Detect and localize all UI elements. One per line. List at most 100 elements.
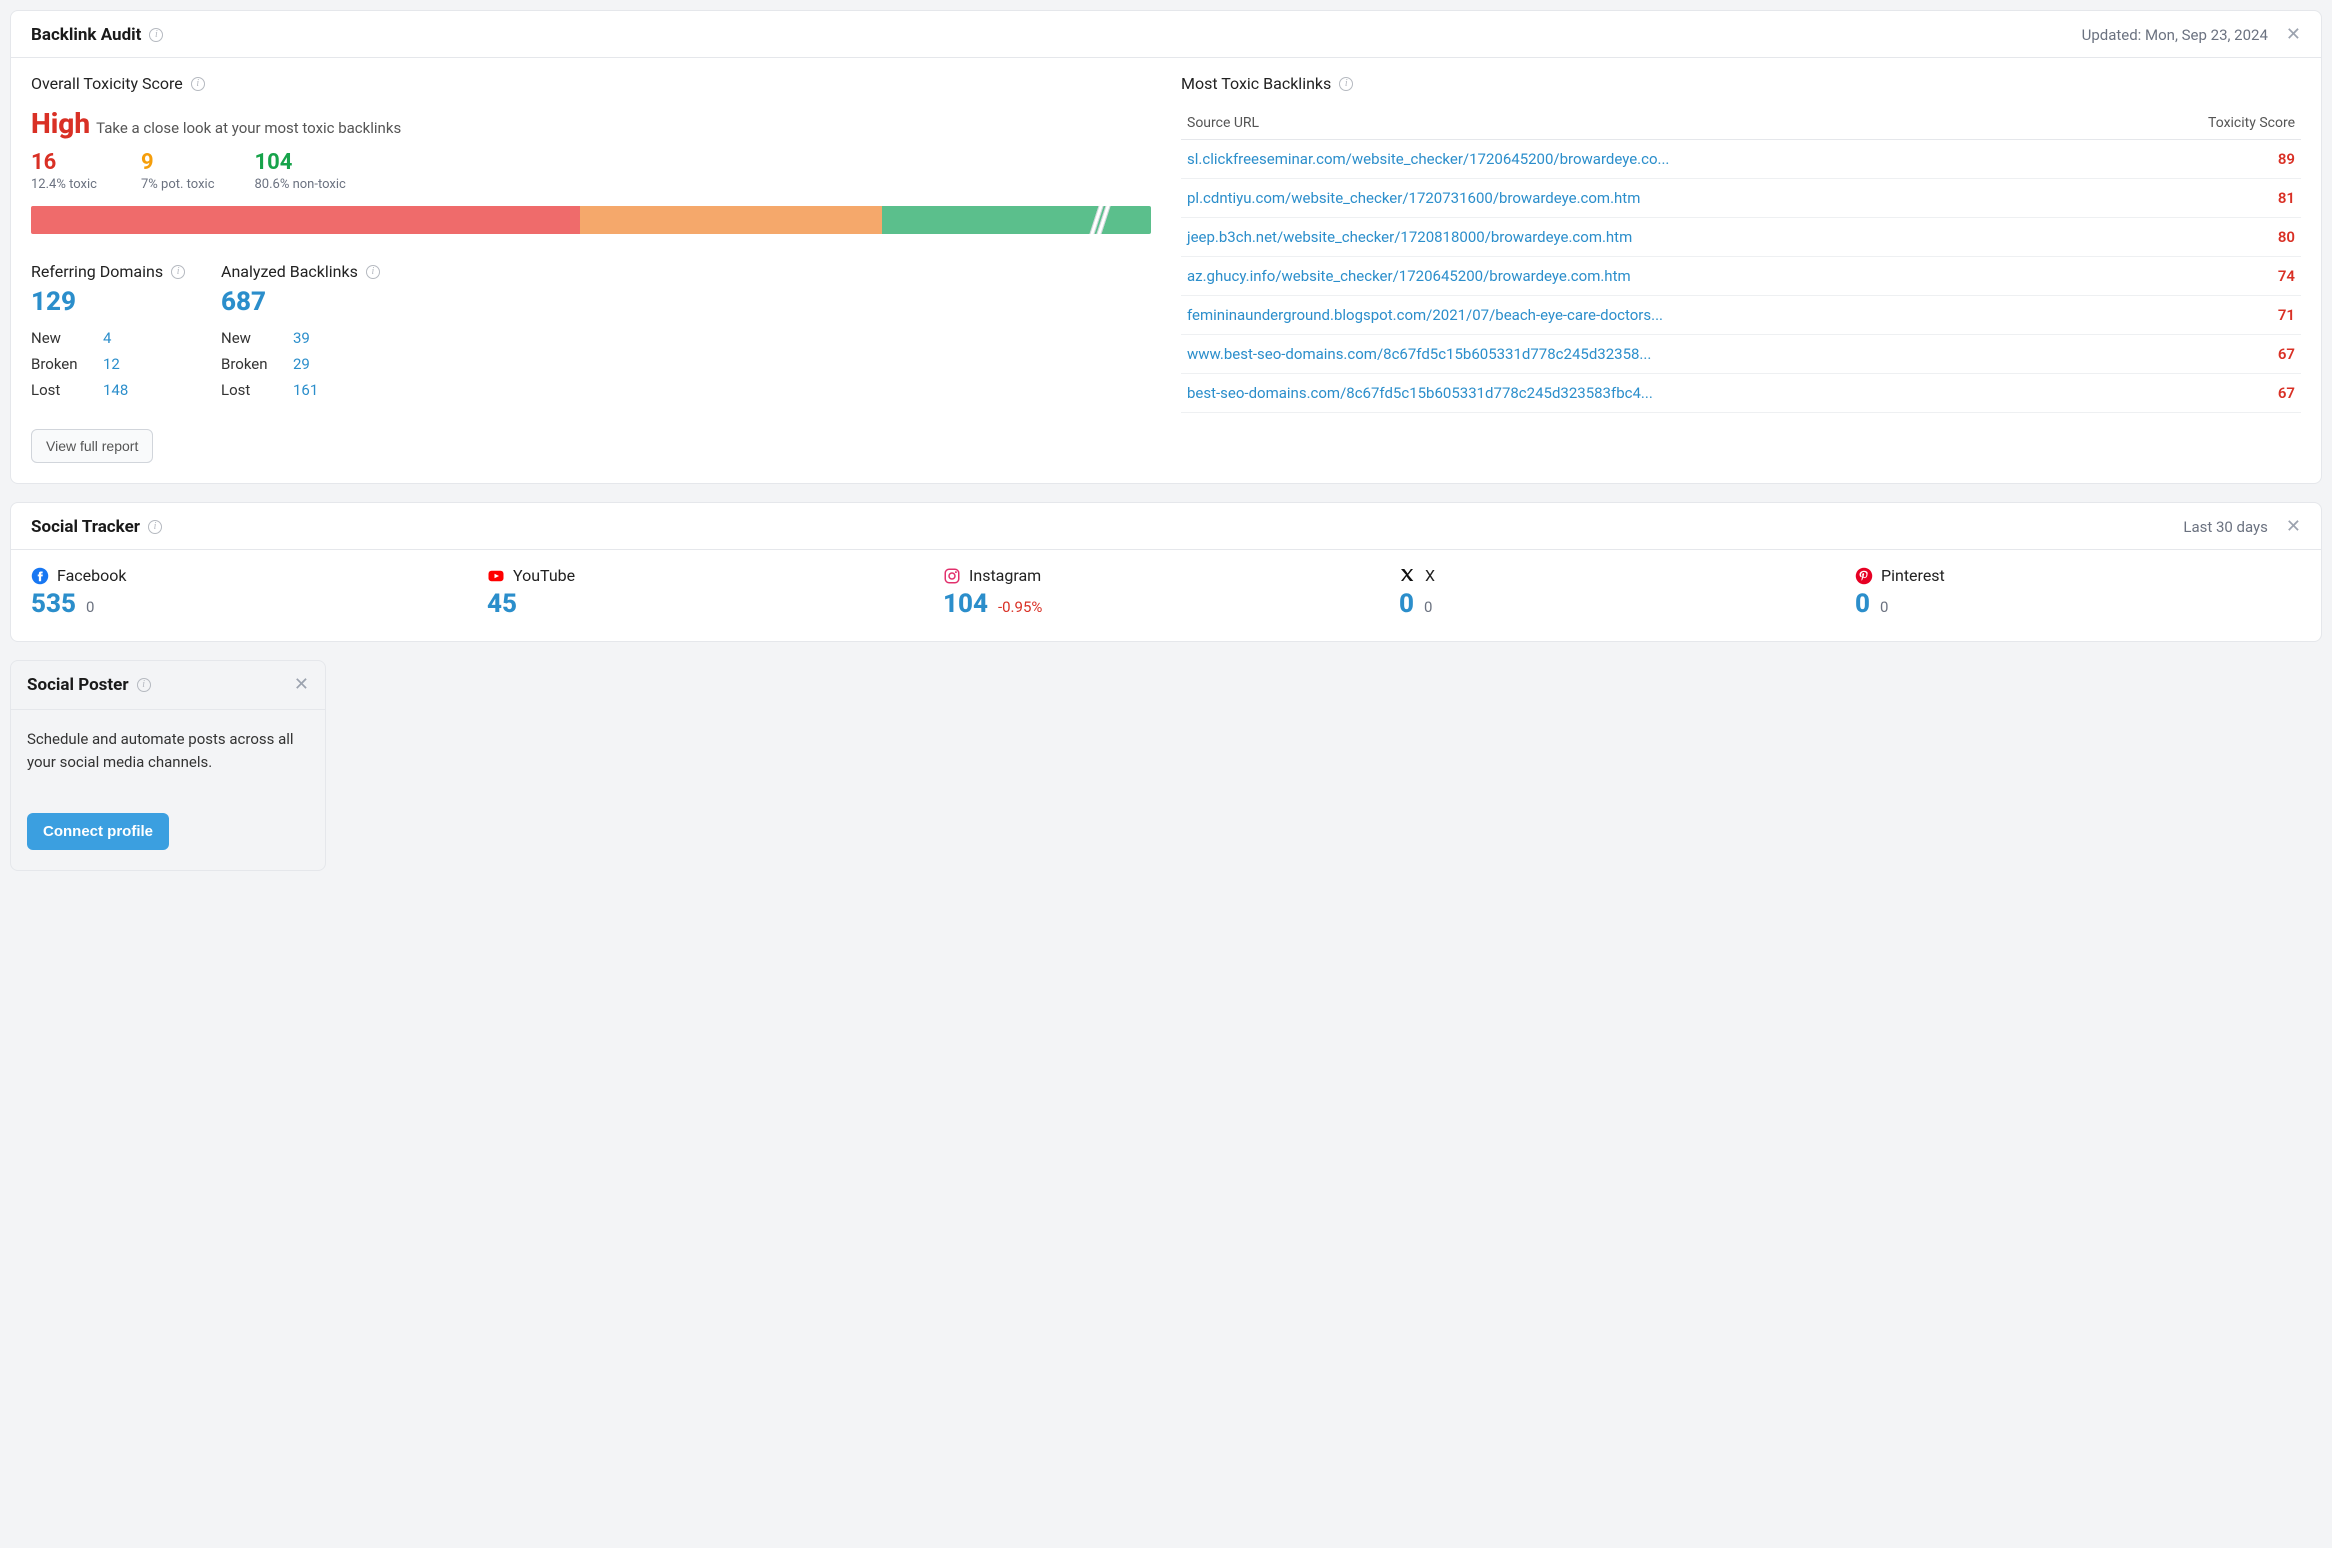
- ref-row: Broken 29: [221, 351, 421, 377]
- toxicity-section: Overall Toxicity Score i High Take a clo…: [31, 74, 1151, 463]
- social-name: YouTube: [513, 566, 575, 585]
- social-delta: 0: [86, 598, 94, 616]
- ref-row: New 4: [31, 325, 211, 351]
- social-value-row: 00: [1855, 589, 2301, 619]
- toxicity-score-cell: 80: [2103, 218, 2301, 257]
- ref-label: Broken: [221, 355, 283, 373]
- table-row: az.ghucy.info/website_checker/1720645200…: [1181, 257, 2301, 296]
- info-icon[interactable]: i: [366, 265, 380, 279]
- social-tracker-title: Social Tracker: [31, 517, 140, 537]
- info-icon[interactable]: i: [137, 678, 151, 692]
- social-value[interactable]: 0: [1855, 589, 1870, 619]
- non-toxic-pct: 80.6% non-toxic: [255, 177, 346, 192]
- social-value-row: 535 0: [31, 589, 477, 619]
- social-value[interactable]: 104: [943, 589, 988, 619]
- ref-value[interactable]: 148: [103, 381, 128, 399]
- info-icon[interactable]: i: [171, 265, 185, 279]
- info-icon[interactable]: i: [1339, 77, 1353, 91]
- toxicity-score-cell: 71: [2103, 296, 2301, 335]
- ref-value[interactable]: 161: [293, 381, 318, 399]
- social-value[interactable]: 535: [31, 589, 76, 619]
- social-item-header[interactable]: Pinterest: [1855, 566, 2301, 585]
- table-row: jeep.b3ch.net/website_checker/1720818000…: [1181, 218, 2301, 257]
- analyzed-backlinks-label: Analyzed Backlinks: [221, 262, 358, 281]
- social-name: Pinterest: [1881, 566, 1945, 585]
- social-delta: 0: [1424, 598, 1432, 616]
- social-item-header[interactable]: YouTube: [487, 566, 933, 585]
- source-url-cell[interactable]: best-seo-domains.com/8c67fd5c15b605331d7…: [1181, 374, 2103, 413]
- social-item-header[interactable]: X: [1399, 566, 1845, 585]
- ref-value[interactable]: 39: [293, 329, 310, 347]
- source-url-cell[interactable]: sl.clickfreeseminar.com/website_checker/…: [1181, 140, 2103, 179]
- source-url-cell[interactable]: www.best-seo-domains.com/8c67fd5c15b6053…: [1181, 335, 2103, 374]
- social-tracker-range: Last 30 days: [2183, 518, 2268, 536]
- toxicity-score-cell: 74: [2103, 257, 2301, 296]
- ref-value[interactable]: 29: [293, 355, 310, 373]
- social-poster-header: Social Poster i ✕: [11, 661, 325, 710]
- toxicity-level: High: [31, 107, 90, 140]
- instagram-icon: [943, 567, 961, 585]
- social-name: Instagram: [969, 566, 1041, 585]
- table-row: sl.clickfreeseminar.com/website_checker/…: [1181, 140, 2301, 179]
- toxicity-label: Overall Toxicity Score: [31, 74, 183, 93]
- social-item-pinterest: Pinterest 00: [1855, 566, 2301, 619]
- social-delta: 0: [1880, 598, 1888, 616]
- most-toxic-section: Most Toxic Backlinks i Source URL Toxici…: [1181, 74, 2301, 463]
- social-value-row: 00: [1399, 589, 1845, 619]
- source-url-cell[interactable]: jeep.b3ch.net/website_checker/1720818000…: [1181, 218, 2103, 257]
- info-icon[interactable]: i: [191, 77, 205, 91]
- ref-value[interactable]: 12: [103, 355, 120, 373]
- ref-row: Lost 161: [221, 377, 421, 403]
- backlink-audit-title: Backlink Audit: [31, 25, 141, 45]
- table-row: best-seo-domains.com/8c67fd5c15b605331d7…: [1181, 374, 2301, 413]
- source-url-cell[interactable]: femininaunderground.blogspot.com/2021/07…: [1181, 296, 2103, 335]
- social-poster-title: Social Poster: [27, 675, 129, 695]
- social-item-x: X00: [1399, 566, 1845, 619]
- toxicity-score-cell: 67: [2103, 374, 2301, 413]
- social-name: X: [1425, 566, 1435, 585]
- social-value-row: 45: [487, 589, 933, 619]
- social-value-row: 104-0.95%: [943, 589, 1389, 619]
- social-item-facebook: Facebook 535 0: [31, 566, 477, 619]
- toxic-pct: 12.4% toxic: [31, 177, 101, 192]
- ref-label: New: [221, 329, 283, 347]
- ref-label: Lost: [221, 381, 283, 399]
- referring-domains-block: Referring Domains i 129 New 4 Broken 12: [31, 262, 211, 403]
- referring-domains-total[interactable]: 129: [31, 287, 211, 317]
- source-url-cell[interactable]: pl.cdntiyu.com/website_checker/172073160…: [1181, 179, 2103, 218]
- close-icon[interactable]: ✕: [294, 676, 309, 694]
- toxicity-bar-non-toxic: [882, 206, 1151, 234]
- updated-label: Updated: Mon, Sep 23, 2024: [2082, 26, 2268, 44]
- social-item-header[interactable]: Instagram: [943, 566, 1389, 585]
- toxicity-bar-toxic: [31, 206, 580, 234]
- close-icon[interactable]: ✕: [2286, 26, 2301, 44]
- ref-label: Broken: [31, 355, 93, 373]
- pot-toxic-pct: 7% pot. toxic: [141, 177, 215, 192]
- ref-value[interactable]: 4: [103, 329, 111, 347]
- connect-profile-button[interactable]: Connect profile: [27, 813, 169, 850]
- info-icon[interactable]: i: [148, 520, 162, 534]
- ref-label: New: [31, 329, 93, 347]
- non-toxic-count: 104: [255, 150, 346, 175]
- source-url-cell[interactable]: az.ghucy.info/website_checker/1720645200…: [1181, 257, 2103, 296]
- social-item-header[interactable]: Facebook: [31, 566, 477, 585]
- axis-break-icon: [1092, 206, 1106, 234]
- col-toxicity-score: Toxicity Score: [2103, 107, 2301, 140]
- table-row: femininaunderground.blogspot.com/2021/07…: [1181, 296, 2301, 335]
- x-icon: [1399, 567, 1415, 583]
- toxic-backlinks-table: Source URL Toxicity Score sl.clickfreese…: [1181, 107, 2301, 413]
- analyzed-backlinks-total[interactable]: 687: [221, 287, 421, 317]
- close-icon[interactable]: ✕: [2286, 518, 2301, 536]
- backlink-audit-card: Backlink Audit i Updated: Mon, Sep 23, 2…: [10, 10, 2322, 484]
- col-source-url: Source URL: [1181, 107, 2103, 140]
- toxicity-score-cell: 81: [2103, 179, 2301, 218]
- social-value[interactable]: 45: [487, 589, 517, 619]
- toxicity-bar-chart: [31, 206, 1151, 234]
- social-value[interactable]: 0: [1399, 589, 1414, 619]
- social-poster-text: Schedule and automate posts across all y…: [27, 728, 309, 773]
- view-full-report-button[interactable]: View full report: [31, 429, 153, 463]
- social-tracker-header: Social Tracker i Last 30 days ✕: [11, 503, 2321, 550]
- facebook-icon: [31, 567, 49, 585]
- info-icon[interactable]: i: [149, 28, 163, 42]
- ref-label: Lost: [31, 381, 93, 399]
